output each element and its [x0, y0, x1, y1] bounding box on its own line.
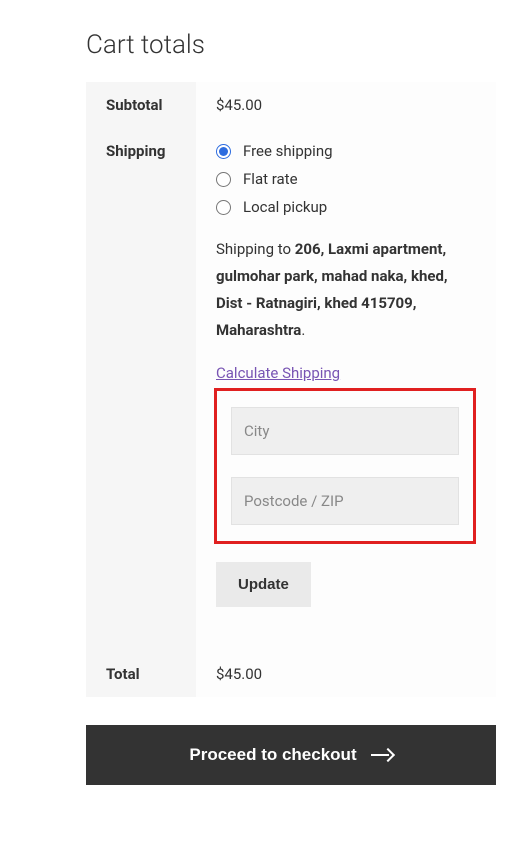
shipping-radio-flat[interactable]	[216, 172, 231, 187]
checkout-button-label: Proceed to checkout	[189, 745, 356, 765]
update-button[interactable]: Update	[216, 562, 311, 607]
shipping-option-free[interactable]: Free shipping	[216, 142, 476, 160]
subtotal-value: $45.00	[196, 82, 496, 128]
shipping-radio-free[interactable]	[216, 144, 231, 159]
shipping-option-label: Flat rate	[243, 170, 298, 188]
arrow-right-icon	[371, 749, 393, 761]
total-row: Total $45.00	[86, 651, 496, 697]
shipping-row: Shipping Free shipping Flat rate	[86, 128, 496, 651]
cart-totals-heading: Cart totals	[86, 30, 496, 60]
postcode-input[interactable]	[231, 477, 459, 525]
shipping-dest-prefix: Shipping to	[216, 240, 295, 258]
shipping-option-local[interactable]: Local pickup	[216, 198, 476, 216]
shipping-radio-local[interactable]	[216, 200, 231, 215]
total-label: Total	[86, 651, 196, 697]
shipping-destination: Shipping to 206, Laxmi apartment, gulmoh…	[216, 236, 476, 344]
subtotal-label: Subtotal	[86, 82, 196, 128]
shipping-options-list: Free shipping Flat rate Local pickup	[216, 142, 476, 216]
subtotal-row: Subtotal $45.00	[86, 82, 496, 128]
shipping-option-label: Local pickup	[243, 198, 327, 216]
calculate-shipping-link[interactable]: Calculate Shipping	[216, 364, 340, 382]
cart-totals-table: Subtotal $45.00 Shipping Free shipping F…	[86, 82, 496, 697]
shipping-label: Shipping	[86, 128, 196, 651]
total-value: $45.00	[196, 651, 496, 697]
shipping-inputs-highlight	[214, 388, 476, 544]
proceed-to-checkout-button[interactable]: Proceed to checkout	[86, 725, 496, 785]
city-input[interactable]	[231, 407, 459, 455]
shipping-option-flat[interactable]: Flat rate	[216, 170, 476, 188]
shipping-option-label: Free shipping	[243, 142, 333, 160]
